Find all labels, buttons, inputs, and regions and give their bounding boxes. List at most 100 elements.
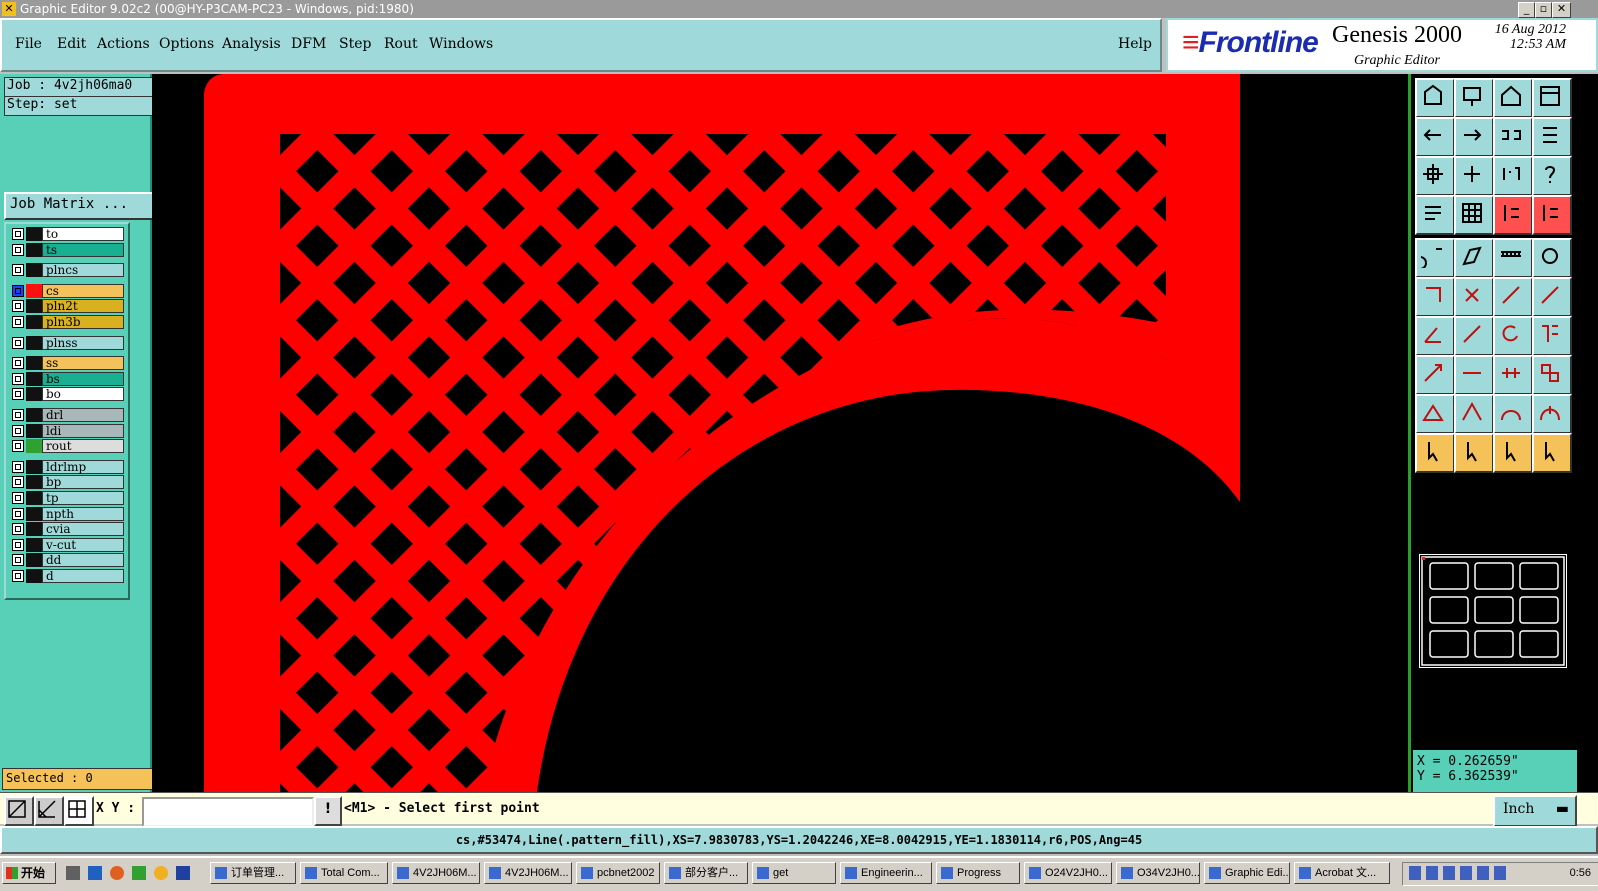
dash-icon[interactable]	[1454, 355, 1494, 395]
pan-left-icon[interactable]	[1415, 117, 1455, 157]
measure-mode-icon[interactable]	[34, 796, 64, 826]
select-feature-icon[interactable]	[1454, 433, 1494, 473]
arch-icon[interactable]	[1532, 394, 1572, 434]
layer-checkbox[interactable]	[12, 300, 24, 313]
layer-checkbox[interactable]	[12, 538, 24, 551]
layer-row-to[interactable]: to	[10, 227, 124, 241]
redraw-icon[interactable]	[1532, 117, 1572, 157]
layer-color-swatch[interactable]	[26, 491, 42, 505]
menu-edit[interactable]: Edit	[57, 36, 86, 52]
layer-color-swatch[interactable]	[26, 506, 42, 521]
swap-icon[interactable]	[1532, 355, 1572, 395]
home-icon[interactable]	[1493, 78, 1533, 118]
layer-name[interactable]: plncs	[42, 263, 124, 278]
menu-step[interactable]: Step	[339, 36, 371, 52]
layer-row-npth[interactable]: npth	[10, 506, 124, 521]
layer-name[interactable]: ss	[42, 356, 124, 371]
layer-checkbox[interactable]	[12, 570, 24, 582]
peak-icon[interactable]	[1454, 394, 1494, 434]
layer-color-swatch[interactable]	[26, 227, 42, 241]
taskbar-task[interactable]: 4V2JH06M...	[484, 862, 572, 884]
arc-icon[interactable]	[1493, 394, 1533, 434]
layer-color-swatch[interactable]	[26, 242, 42, 257]
layer-select-icon[interactable]	[1493, 195, 1533, 235]
layer-name[interactable]: pln2t	[42, 299, 124, 314]
layer-checkbox[interactable]	[12, 460, 24, 473]
layer-row-cvia[interactable]: cvia	[10, 522, 124, 537]
layer-row-ts[interactable]: ts	[10, 242, 124, 257]
layer-checkbox[interactable]	[12, 388, 24, 401]
layer-name[interactable]: dd	[42, 553, 124, 568]
layer-filter-icon[interactable]	[1532, 195, 1572, 235]
layer-row-ldrlmp[interactable]: ldrlmp	[10, 459, 124, 474]
layer-color-swatch[interactable]	[26, 439, 42, 454]
pan-right-icon[interactable]	[1454, 117, 1494, 157]
layer-row-d[interactable]: d	[10, 569, 124, 583]
taskbar-task[interactable]: Engineerin...	[840, 862, 932, 884]
layer-checkbox[interactable]	[12, 476, 24, 489]
layer-checkbox[interactable]	[12, 424, 24, 437]
copy-icon[interactable]	[1454, 238, 1494, 278]
quicklaunch-icon-1[interactable]	[88, 866, 102, 880]
layer-name[interactable]: cvia	[42, 522, 124, 537]
grid-icon[interactable]	[1454, 195, 1494, 235]
layer-row-dd[interactable]: dd	[10, 553, 124, 568]
taskbar-task[interactable]: O34V2JH0...	[1116, 862, 1200, 884]
snap-mode-icon[interactable]	[4, 796, 34, 826]
layer-row-tp[interactable]: tp	[10, 491, 124, 505]
maximize-icon[interactable]: ▫	[1535, 2, 1552, 18]
zoom-in-icon[interactable]	[1454, 156, 1494, 196]
minimize-icon[interactable]: _	[1518, 2, 1535, 18]
zoom-fit-icon[interactable]	[1415, 156, 1455, 196]
layer-row-pln2t[interactable]: pln2t	[10, 299, 124, 314]
layer-row-cs[interactable]: cs	[10, 283, 124, 298]
layer-color-swatch[interactable]	[26, 387, 42, 402]
taskbar-task[interactable]: pcbnet2002	[576, 862, 660, 884]
layer-checkbox[interactable]	[12, 372, 24, 385]
ruler-icon[interactable]	[1493, 238, 1533, 278]
layer-color-swatch[interactable]	[26, 356, 42, 371]
layer-checkbox[interactable]	[12, 264, 24, 277]
layer-color-swatch[interactable]	[26, 569, 42, 583]
layer-color-swatch[interactable]	[26, 459, 42, 474]
triangle-icon[interactable]	[1415, 394, 1455, 434]
pan-center-icon[interactable]	[1493, 117, 1533, 157]
layer-row-v-cut[interactable]: v-cut	[10, 537, 124, 552]
execute-button[interactable]: !	[314, 796, 342, 826]
close-icon[interactable]: ✕	[1552, 2, 1571, 18]
quicklaunch-icon-2[interactable]	[110, 866, 124, 880]
menu-dfm[interactable]: DFM	[291, 36, 326, 52]
layer-color-swatch[interactable]	[26, 315, 42, 329]
layer-name[interactable]: v-cut	[42, 537, 124, 552]
open-job-icon[interactable]	[1415, 78, 1455, 118]
layer-color-swatch[interactable]	[26, 371, 42, 386]
layer-color-swatch[interactable]	[26, 283, 42, 298]
layer-color-swatch[interactable]	[26, 553, 42, 568]
layer-name[interactable]: npth	[42, 506, 124, 521]
flip-icon[interactable]	[1532, 316, 1572, 356]
show-desktop-icon[interactable]	[66, 866, 80, 880]
units-dropdown[interactable]: Inch ▬	[1493, 795, 1577, 827]
angle-icon[interactable]	[1415, 316, 1455, 356]
menu-help[interactable]: Help	[1118, 36, 1152, 52]
layer-row-plncs[interactable]: plncs	[10, 263, 124, 278]
rotate-icon[interactable]	[1532, 277, 1572, 317]
layer-row-ldi[interactable]: ldi	[10, 423, 124, 438]
layer-color-swatch[interactable]	[26, 299, 42, 314]
menu-windows[interactable]: Windows	[429, 36, 493, 52]
layer-name[interactable]: pln3b	[42, 315, 124, 329]
layer-name[interactable]: bo	[42, 387, 124, 402]
taskbar-task[interactable]: get	[752, 862, 836, 884]
layer-row-pln3b[interactable]: pln3b	[10, 315, 124, 329]
layer-name[interactable]: d	[42, 569, 124, 583]
insert-icon[interactable]	[1415, 355, 1455, 395]
layer-color-swatch[interactable]	[26, 537, 42, 552]
taskbar-task[interactable]: 订单管理...	[210, 862, 296, 884]
quicklaunch-icon-3[interactable]	[132, 866, 146, 880]
quicklaunch-icon-4[interactable]	[154, 866, 168, 880]
layer-name[interactable]: cs	[42, 283, 124, 298]
layer-color-swatch[interactable]	[26, 475, 42, 490]
layer-name[interactable]: drl	[42, 408, 124, 422]
select-net-icon[interactable]	[1532, 433, 1572, 473]
taskbar-task[interactable]: Progress	[936, 862, 1020, 884]
